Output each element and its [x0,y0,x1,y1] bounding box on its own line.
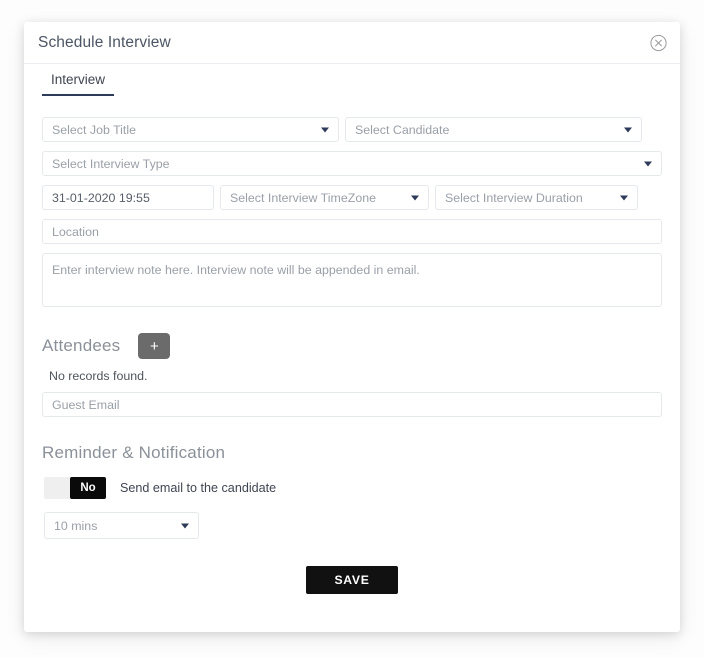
job-title-select-label: Select Job Title [52,122,137,137]
row-location: Location [42,219,662,244]
attendees-section-header: Attendees + [42,333,662,359]
timezone-select[interactable]: Select Interview TimeZone [220,185,429,210]
reminder-toggle-row: No Send email to the candidate [44,477,662,499]
modal-body: Select Job Title Select Candidate Select… [24,100,680,594]
reminder-section-header: Reminder & Notification [42,443,662,463]
job-title-select[interactable]: Select Job Title [42,117,339,142]
interview-type-select-label: Select Interview Type [52,156,170,171]
interview-note-placeholder: Enter interview note here. Interview not… [52,263,420,277]
reminder-interval-value: 10 mins [54,518,98,533]
row-job-candidate: Select Job Title Select Candidate [42,117,662,142]
chevron-down-icon [411,195,419,200]
attendees-title: Attendees [42,336,121,355]
interview-type-select[interactable]: Select Interview Type [42,151,662,176]
location-input[interactable]: Location [42,219,662,244]
chevron-down-icon [321,127,329,132]
send-email-toggle-label: Send email to the candidate [120,481,277,495]
duration-select-label: Select Interview Duration [445,190,583,205]
candidate-select-label: Select Candidate [355,122,450,137]
tab-bar: Interview [24,64,680,100]
reminder-title: Reminder & Notification [42,443,226,462]
interview-datetime-input[interactable]: 31-01-2020 19:55 [42,185,214,210]
reminder-interval-select[interactable]: 10 mins [44,512,199,539]
attendees-empty-text: No records found. [49,369,148,383]
chevron-down-icon [624,127,632,132]
tab-interview[interactable]: Interview [42,64,115,96]
tab-interview-label: Interview [51,72,106,87]
duration-select[interactable]: Select Interview Duration [435,185,638,210]
save-button[interactable]: SAVE [306,566,398,594]
chevron-down-icon [620,195,628,200]
page-background: Schedule Interview Interview Select Job … [0,0,704,657]
row-interview-type: Select Interview Type [42,151,662,176]
send-email-toggle-state: No [70,477,106,499]
row-datetime: 31-01-2020 19:55 Select Interview TimeZo… [42,185,662,210]
location-placeholder: Location [52,224,99,239]
send-email-toggle[interactable]: No [44,477,106,499]
timezone-select-label: Select Interview TimeZone [230,190,376,205]
guest-email-input[interactable]: Guest Email [42,392,662,417]
page-title: Schedule Interview [38,33,171,51]
schedule-interview-modal: Schedule Interview Interview Select Job … [24,22,680,632]
chevron-down-icon [181,523,189,528]
candidate-select[interactable]: Select Candidate [345,117,642,142]
chevron-down-icon [644,161,652,166]
guest-email-placeholder: Guest Email [52,397,120,412]
modal-header: Schedule Interview [24,22,680,64]
modal-footer: SAVE [42,566,662,594]
close-icon[interactable] [650,34,667,51]
interview-datetime-value: 31-01-2020 19:55 [52,190,150,205]
interview-note-textarea[interactable]: Enter interview note here. Interview not… [42,253,662,307]
add-attendee-button[interactable]: + [138,333,171,359]
